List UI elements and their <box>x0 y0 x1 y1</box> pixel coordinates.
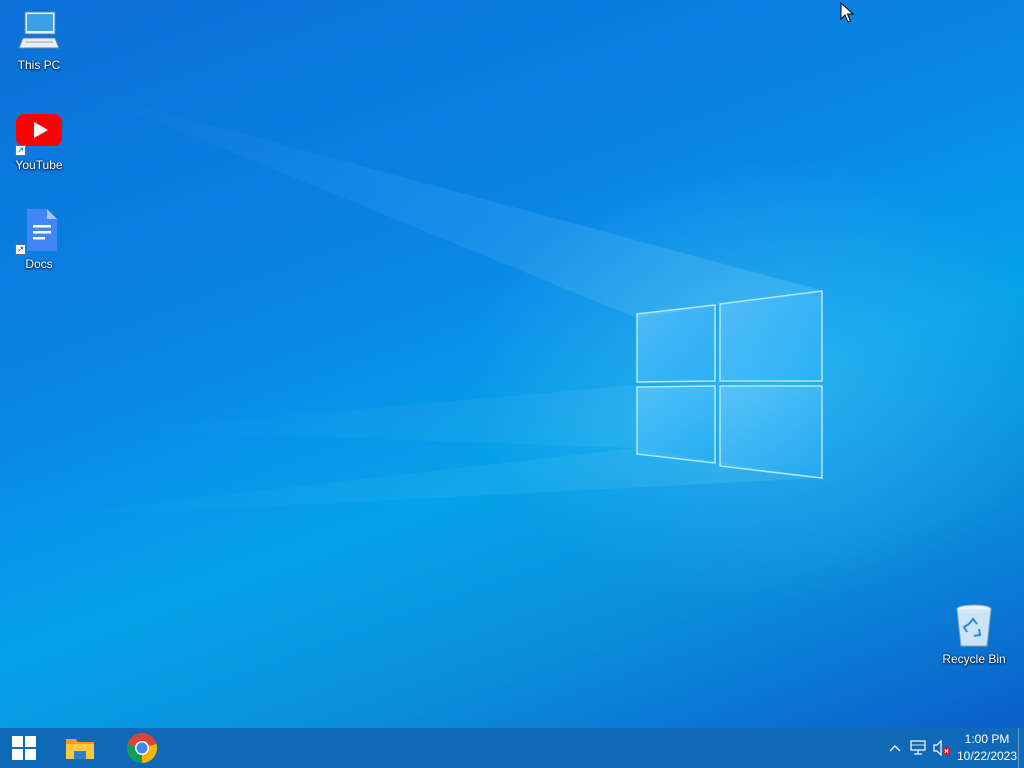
this-pc-icon <box>15 8 63 56</box>
chrome-icon <box>126 733 158 764</box>
desktop-icon-youtube[interactable]: ↗ YouTube <box>1 108 77 172</box>
desktop-icon-label: Recycle Bin <box>942 652 1006 666</box>
taskbar-chrome-button[interactable] <box>118 728 166 768</box>
volume-muted-icon <box>933 740 951 756</box>
google-docs-icon: ↗ <box>15 207 63 255</box>
desktop-icon-label: YouTube <box>15 158 63 172</box>
recycle-bin-icon <box>950 602 998 650</box>
desktop-icon-docs[interactable]: ↗ Docs <box>1 207 77 271</box>
taskbar: 1:00 PM 10/22/2023 <box>0 728 1024 768</box>
clock-time: 1:00 PM <box>964 732 1010 746</box>
taskbar-file-explorer-button[interactable] <box>56 728 104 768</box>
tray-network-button[interactable] <box>907 728 931 768</box>
desktop-icon-this-pc[interactable]: This PC <box>1 8 77 72</box>
desktop-icon-label: Docs <box>25 257 53 271</box>
desktop-icon-recycle-bin[interactable]: Recycle Bin <box>936 602 1012 666</box>
network-disconnected-icon <box>910 740 926 755</box>
wallpaper <box>0 90 823 520</box>
tray-volume-button[interactable] <box>931 728 953 768</box>
desktop-icon-label: This PC <box>17 58 61 72</box>
shortcut-arrow-icon: ↗ <box>15 145 26 156</box>
windows-start-icon <box>12 736 36 760</box>
windows-logo-wallpaper <box>636 290 823 479</box>
tray-overflow-button[interactable] <box>884 728 906 768</box>
start-button[interactable] <box>0 728 48 768</box>
show-desktop-button[interactable] <box>1018 728 1024 768</box>
taskbar-clock[interactable]: 1:00 PM 10/22/2023 <box>952 731 1022 765</box>
mouse-cursor-icon <box>840 2 854 23</box>
chevron-up-icon <box>889 745 901 752</box>
clock-date: 10/22/2023 <box>956 749 1018 763</box>
youtube-icon: ↗ <box>15 108 63 156</box>
shortcut-arrow-icon: ↗ <box>15 244 26 255</box>
desktop: This PC ↗ YouTube ↗ Docs Recycle Bin <box>0 0 1024 728</box>
file-explorer-icon <box>66 739 94 759</box>
